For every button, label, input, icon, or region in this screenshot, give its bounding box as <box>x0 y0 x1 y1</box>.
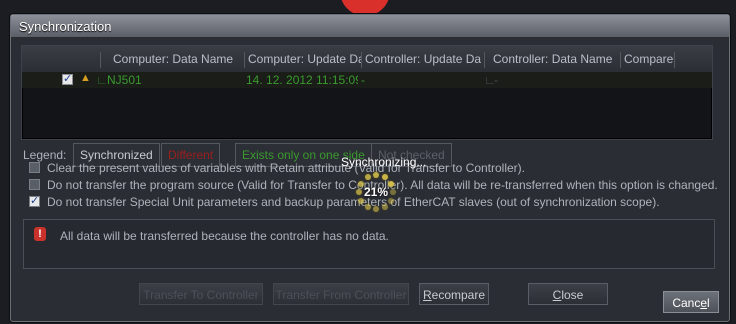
cancel-button[interactable]: Cancel <box>663 291 719 313</box>
grid-header: Computer: Data Name Computer: Update Da … <box>22 46 712 73</box>
transfer-from-controller-button[interactable]: Transfer From Controller <box>273 283 409 305</box>
option-no-program-source-checkbox[interactable] <box>29 179 40 190</box>
col-computer-data-name[interactable]: Computer: Data Name <box>100 52 253 68</box>
cell-computer-update-date: 14. 12. 2012 11:15:09 <box>246 73 358 87</box>
close-button[interactable]: Close <box>528 283 608 305</box>
error-icon: ! <box>34 227 46 241</box>
option-no-special-unit-checkbox[interactable] <box>29 194 40 207</box>
transfer-to-controller-button[interactable]: Transfer To Controller <box>139 283 263 305</box>
col-compare[interactable]: Compare <box>620 52 676 68</box>
col-computer-update-date[interactable]: Computer: Update Da <box>244 52 362 68</box>
progress-percent: 21% <box>363 185 389 199</box>
recompare-label: ecompare <box>431 288 486 302</box>
message-panel: ! All data will be transferred because t… <box>23 219 715 269</box>
legend-label: Legend: <box>23 148 67 162</box>
tree-branch-icon: ∟ <box>96 73 108 87</box>
col-controller-update-date[interactable]: Controller: Update Da <box>361 52 484 68</box>
cell-computer-data-name: NJ501 <box>107 73 142 87</box>
comparison-grid: Computer: Data Name Computer: Update Da … <box>21 45 713 140</box>
synchronization-dialog: Synchronization Computer: Data Name Comp… <box>10 14 730 322</box>
header-spacer <box>80 52 83 68</box>
col-controller-data-name[interactable]: Controller: Data Name <box>484 52 627 68</box>
cell-controller-update-date: - <box>361 73 365 87</box>
cancel-label-b: l <box>707 296 710 310</box>
progress-overlay: Synchronizing... 21% <box>341 155 431 219</box>
recompare-mnemonic: R <box>422 288 432 302</box>
warning-triangle-icon: ▲ <box>80 72 91 84</box>
cancel-label-a: Canc <box>672 296 701 310</box>
cancel-mnemonic: e <box>700 296 708 310</box>
close-label: lose <box>561 288 584 302</box>
window-title: Synchronization <box>19 19 112 34</box>
title-bar: Synchronization <box>11 15 729 38</box>
message-text: All data will be transferred because the… <box>60 229 389 243</box>
option-clear-retain-checkbox[interactable] <box>29 162 40 173</box>
recompare-button[interactable]: Recompare <box>419 283 489 305</box>
row-checkbox[interactable] <box>62 72 73 85</box>
header-end-divider <box>674 52 678 68</box>
progress-status: Synchronizing... <box>341 155 427 169</box>
option-clear-retain-label: Clear the present values of variables wi… <box>47 161 525 175</box>
table-row[interactable]: ▲ ∟ NJ501 14. 12. 2012 11:15:09 - ∟ - <box>22 72 712 88</box>
cell-controller-data-name: - <box>494 73 498 87</box>
